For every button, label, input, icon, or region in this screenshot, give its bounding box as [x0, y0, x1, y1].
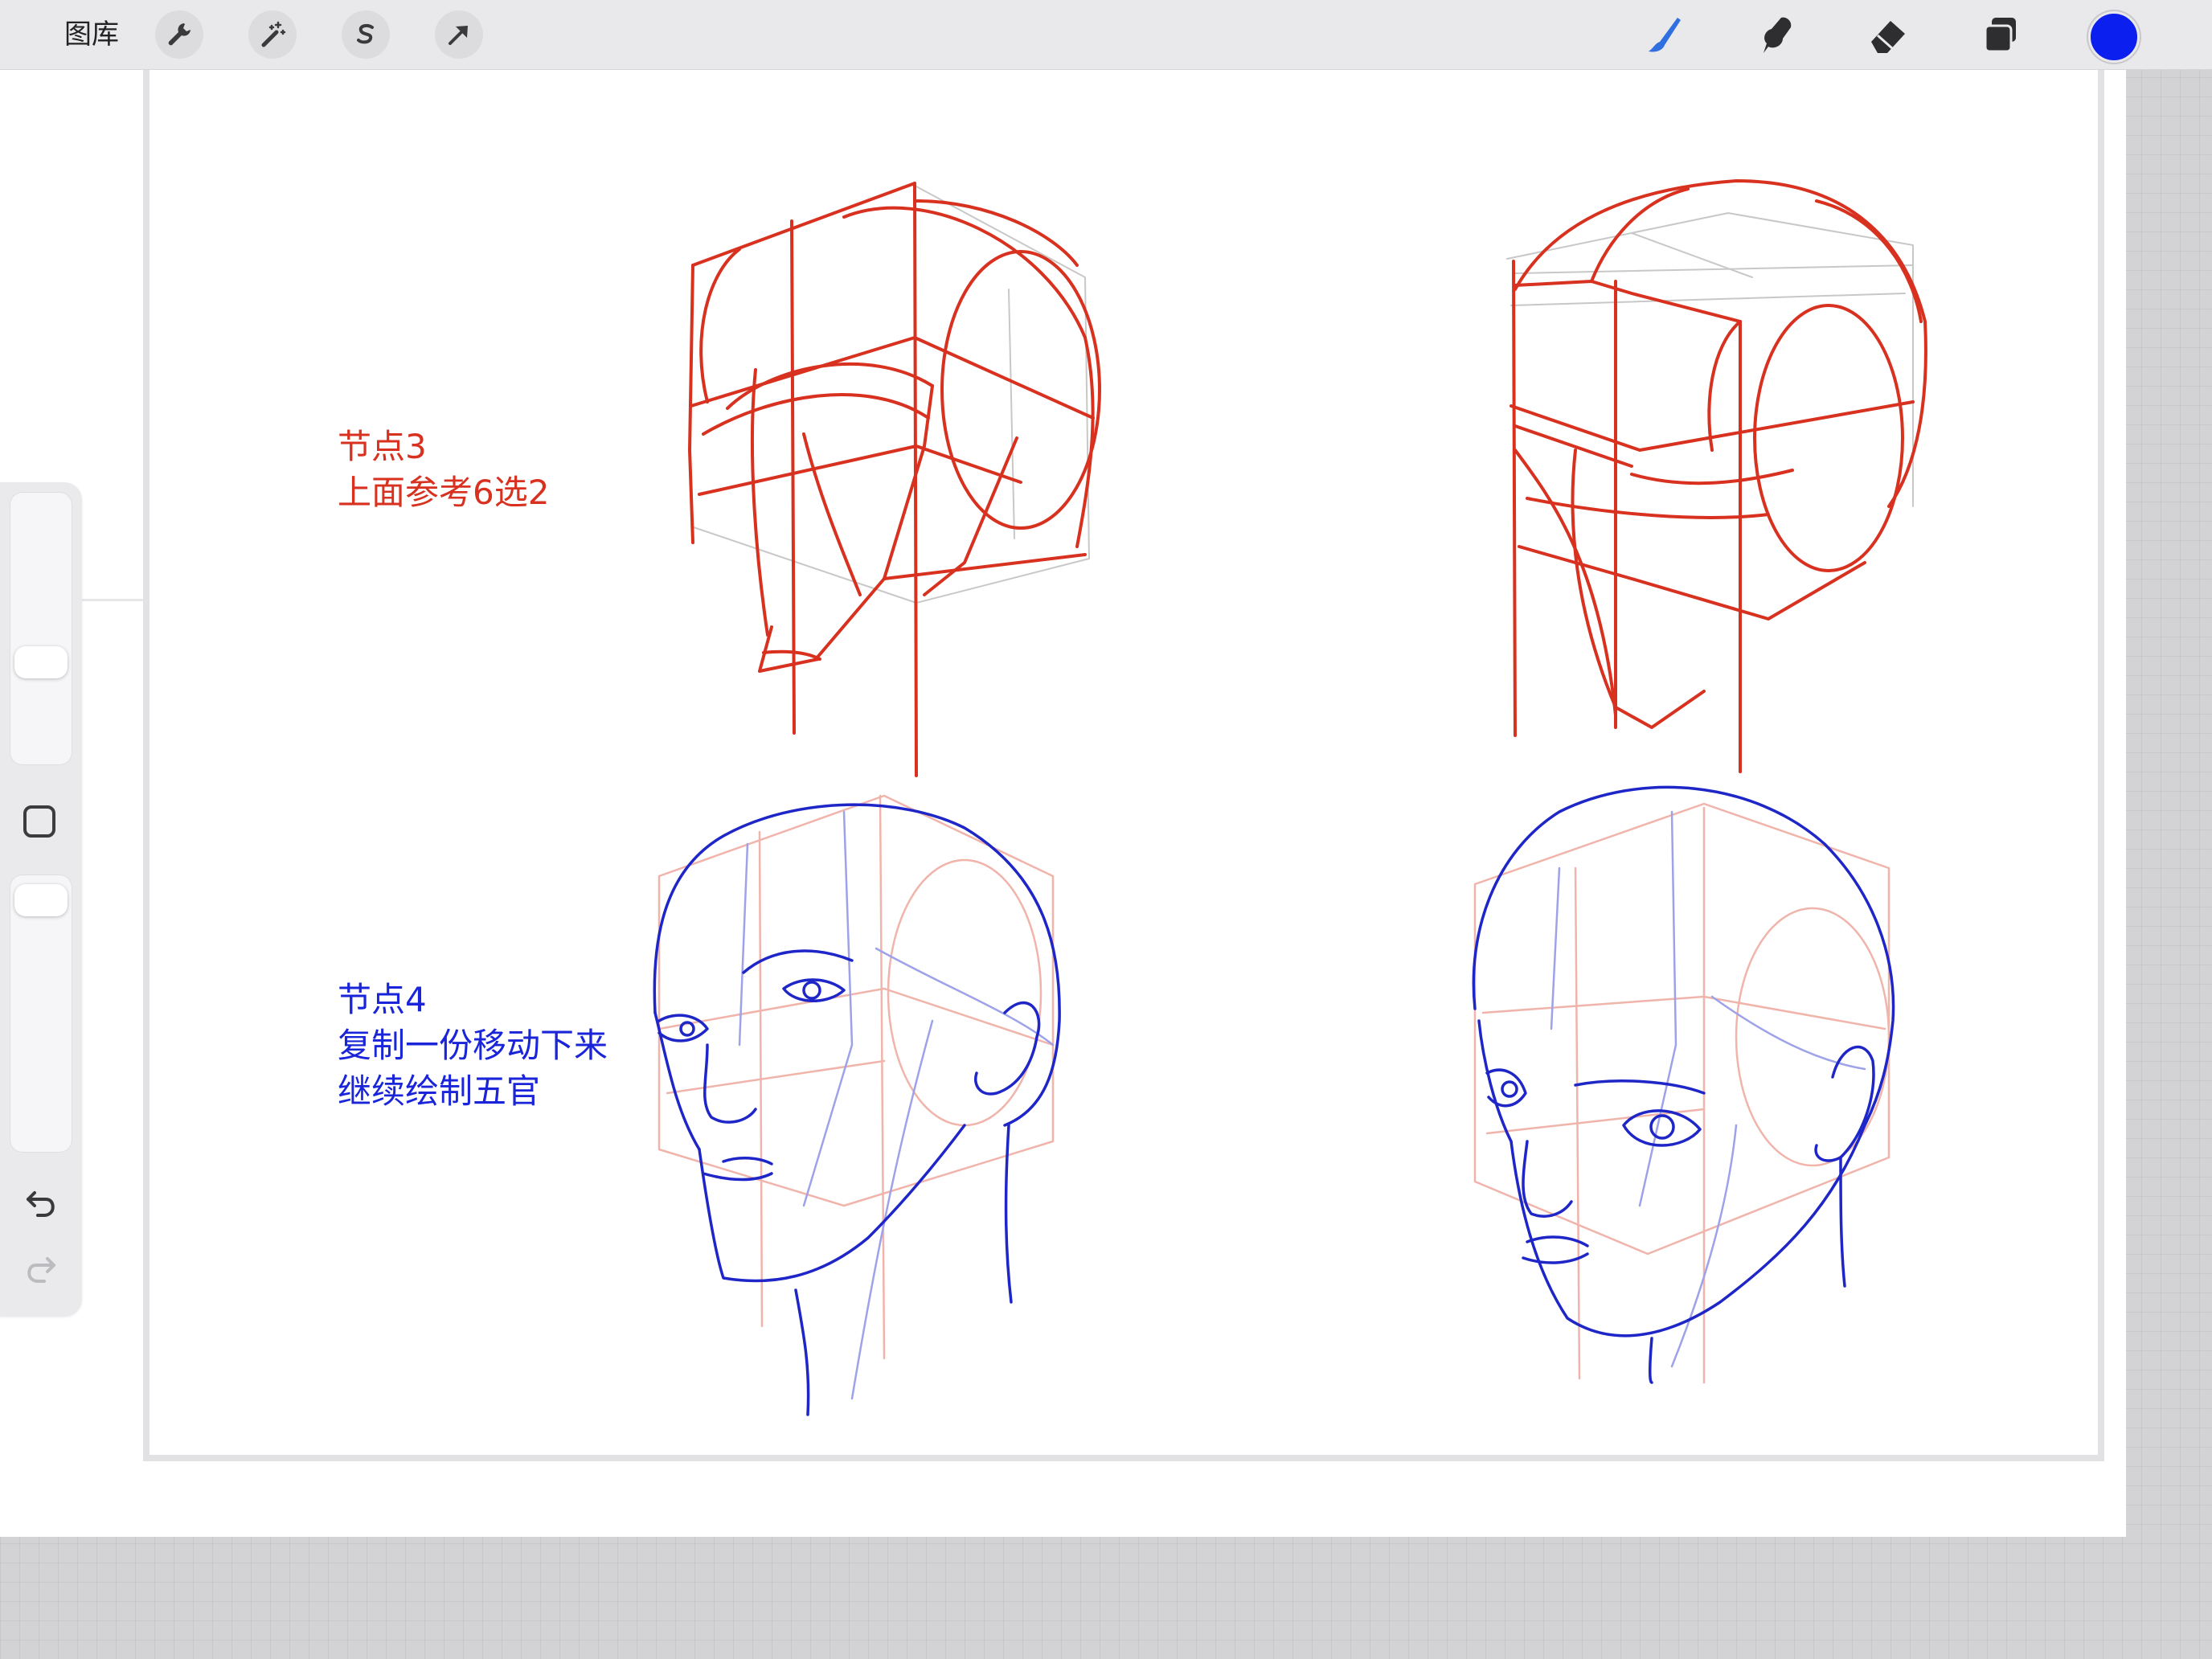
adjustments-button[interactable]: [248, 10, 297, 59]
gallery-button[interactable]: 图库: [64, 18, 119, 51]
brush-icon: [1649, 18, 1681, 52]
selection-button[interactable]: [342, 10, 390, 59]
guide-line: [82, 599, 143, 601]
redo-icon: [27, 1257, 55, 1283]
actions-button[interactable]: [155, 10, 203, 59]
color-picker-button[interactable]: [2088, 11, 2140, 63]
note-step-4: 节点4 复制一份移动下来 继续绘制五官: [338, 977, 608, 1114]
note-line: 节点3: [338, 427, 427, 466]
note-line: 继续绘制五官: [338, 1071, 541, 1111]
opacity-slider[interactable]: [10, 875, 72, 1153]
layers-icon: [1984, 18, 2016, 53]
redo-button[interactable]: [19, 1250, 63, 1290]
undo-button[interactable]: [19, 1184, 63, 1224]
note-step-3: 节点3 上面参考6选2: [338, 424, 549, 515]
note-line: 复制一份移动下来: [338, 1026, 608, 1065]
brush-tool-button[interactable]: [1637, 10, 1689, 61]
selection-s-icon: [357, 23, 374, 44]
eraser-icon: [1871, 21, 1905, 53]
artboard[interactable]: 节点3 上面参考6选2 节点4 复制一份移动下来 继续绘制五官: [143, 70, 2104, 1461]
opacity-thumb[interactable]: [14, 884, 68, 916]
eraser-tool-button[interactable]: [1862, 10, 1913, 61]
layers-button[interactable]: [1974, 10, 2026, 61]
top-toolbar: 图库: [0, 0, 2212, 70]
modify-button[interactable]: [23, 805, 55, 838]
undo-icon: [27, 1191, 55, 1217]
arrow-cursor-icon: [449, 26, 468, 45]
note-line: 上面参考6选2: [338, 473, 550, 512]
brush-size-thumb[interactable]: [14, 646, 68, 678]
smudge-tool-button[interactable]: [1749, 10, 1800, 61]
transform-button[interactable]: [435, 10, 483, 59]
magic-wand-icon: [261, 21, 286, 47]
left-sidebar: [0, 482, 82, 1317]
note-line: 节点4: [338, 980, 427, 1019]
smudge-icon: [1763, 17, 1792, 53]
brush-size-slider[interactable]: [10, 492, 72, 765]
wrench-icon: [168, 23, 190, 46]
